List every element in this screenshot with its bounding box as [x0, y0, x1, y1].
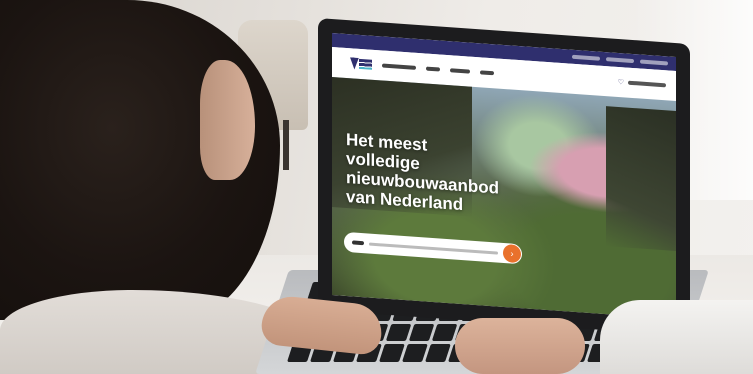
- keyboard-key: [409, 323, 435, 342]
- nav-item[interactable]: [382, 63, 416, 70]
- chair-leg: [283, 120, 289, 170]
- hero-image: Het meest volledige nieuwbouwaanbod van …: [332, 76, 676, 320]
- logo-mark: [350, 57, 359, 70]
- search-button[interactable]: ›: [503, 243, 521, 264]
- nav-item[interactable]: [426, 66, 440, 72]
- heart-icon: ♡: [617, 78, 624, 87]
- topbar-link[interactable]: [640, 59, 668, 66]
- hero-building: [606, 106, 676, 252]
- person-hand-right: [455, 318, 585, 374]
- logo-icon[interactable]: [350, 54, 372, 74]
- search-label: [352, 240, 364, 246]
- second-person-sleeve: [600, 300, 753, 374]
- laptop-display: ♡ Het meest volledige nieuwbouwaanbod va…: [332, 32, 676, 320]
- topbar-link[interactable]: [572, 54, 600, 61]
- keyboard-key: [402, 344, 429, 362]
- logo-wordmark: [358, 58, 372, 70]
- arrow-right-icon: ›: [510, 248, 514, 259]
- topbar-link[interactable]: [606, 57, 634, 64]
- keyboard-key: [432, 323, 458, 342]
- nav-item[interactable]: [480, 70, 494, 76]
- photo-scene: ♡ Het meest volledige nieuwbouwaanbod va…: [0, 0, 753, 374]
- laptop-screen: ♡ Het meest volledige nieuwbouwaanbod va…: [318, 18, 690, 337]
- search-bar[interactable]: ›: [344, 231, 522, 265]
- keyboard-key: [425, 344, 452, 362]
- favorites-label: [628, 80, 666, 88]
- keyboard-key: [386, 323, 412, 342]
- keyboard-key: [379, 344, 406, 362]
- nav-item[interactable]: [450, 68, 470, 74]
- hero-title: Het meest volledige nieuwbouwaanbod van …: [346, 129, 499, 215]
- search-input[interactable]: [369, 242, 498, 255]
- favorites-link[interactable]: ♡: [618, 78, 666, 89]
